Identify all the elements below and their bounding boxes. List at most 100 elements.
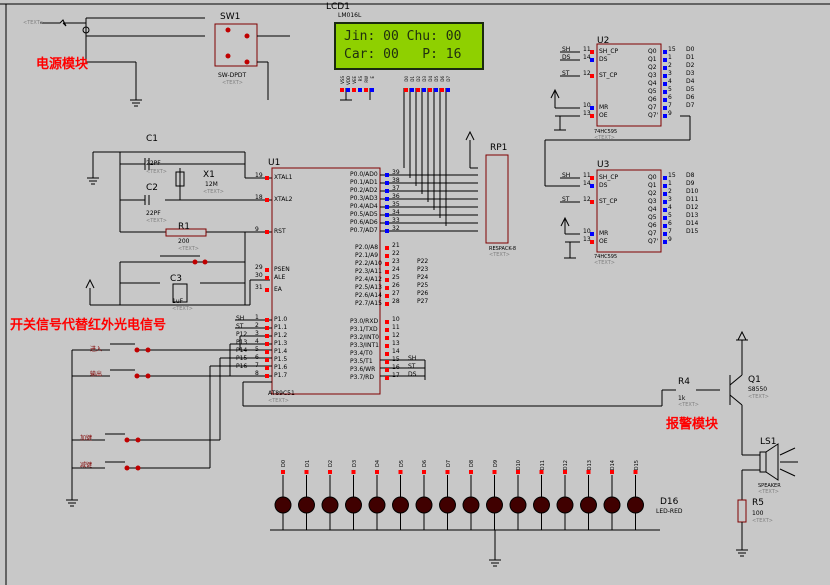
u1-pin-name: PSEN — [274, 266, 290, 273]
led-net-label: D12 — [563, 460, 569, 471]
u2pins-net: D7 — [686, 102, 695, 109]
u2pins-pin-name: Q7' — [648, 112, 659, 119]
c2-text: <TEXT> — [146, 218, 167, 224]
u1-p3-num: 17 — [392, 372, 400, 379]
u1-pin-marker — [385, 189, 389, 193]
led-4 — [368, 496, 386, 514]
led-net-label: D6 — [422, 460, 428, 468]
u3pins-net: D14 — [686, 220, 699, 227]
u1-pin-marker — [385, 344, 389, 348]
led-pin-marker — [563, 470, 567, 474]
led-12 — [556, 496, 574, 514]
led-7 — [439, 496, 456, 514]
led-pin-marker — [445, 470, 450, 474]
u2pins-pin-name: DS — [599, 56, 608, 63]
c3-ref: C3 — [170, 274, 183, 284]
u1-p3-name: P3.7/RD — [350, 374, 374, 381]
u1-p1-net: SH — [236, 315, 245, 322]
lcd-pin-marker — [346, 88, 350, 92]
c3-text: <TEXT> — [172, 306, 193, 312]
lcd-pin-d7: D7 — [446, 76, 451, 82]
u1-pin-num: 9 — [255, 226, 259, 233]
u1-pin-marker — [265, 374, 269, 378]
u1-p2-name: P2.0/A8 — [355, 244, 379, 251]
u1-part: AT89C51 — [268, 390, 295, 397]
lcd-display: Jin: 00 Chu: 00 Car: 00 P: 16 — [334, 22, 484, 70]
u1-pin-num: 30 — [255, 272, 263, 279]
u1-pin-marker — [265, 176, 269, 180]
led-array — [274, 475, 644, 530]
u2pins-pin-name: Q6 — [648, 96, 657, 103]
u1-p1-net: P15 — [236, 355, 248, 362]
u2pins-pin-num: 2 — [668, 62, 672, 69]
u1-p0-num: 38 — [392, 177, 400, 184]
u2pins-pin-marker — [663, 98, 667, 102]
u1-pin-marker — [265, 358, 269, 362]
u1-p3-num: 16 — [392, 364, 400, 371]
led-14 — [603, 496, 621, 514]
u1-p2-name: P2.3/A11 — [355, 268, 382, 275]
u1-pin-marker — [385, 229, 389, 233]
u2pins-net: D3 — [686, 70, 695, 77]
u1-p1-net: ST — [236, 323, 244, 330]
u1-p2-name: P2.4/A12 — [355, 276, 382, 283]
switch-signal-label: 开关信号代替红外光电信号 — [10, 318, 167, 333]
u1-p0-num: 32 — [392, 225, 400, 232]
u2pins-pin-name: Q7 — [648, 104, 657, 111]
c1-ref: C1 — [146, 134, 159, 144]
u2pins-net: DS — [562, 54, 571, 61]
u1-p0-num: 39 — [392, 169, 400, 176]
u1-p0-name: P0.3/AD3 — [350, 195, 378, 202]
u3pins-net: D12 — [686, 204, 699, 211]
u1-p1-net: P12 — [236, 331, 248, 338]
u1-pin-num: 18 — [255, 194, 263, 201]
u1-pin-marker — [385, 320, 389, 324]
u3-ref: U3 — [597, 160, 610, 170]
u1-p2-net: P26 — [417, 290, 429, 297]
led-pin-marker — [492, 470, 497, 474]
u3pins-pin-marker — [663, 200, 667, 204]
u1-pin-marker — [385, 254, 389, 258]
led-pin-marker — [398, 470, 403, 474]
u1-pin-num: 3 — [255, 330, 259, 337]
alarm-module-label: 报警模块 — [666, 417, 719, 432]
u1-pin-name: P1.2 — [274, 332, 288, 339]
u1-p3-name: P3.3/INT1 — [350, 342, 379, 349]
r4-text: <TEXT> — [678, 402, 699, 408]
x1-ref: X1 — [203, 170, 215, 180]
u1-p0-name: P0.4/AD4 — [350, 203, 378, 210]
u1-pin-marker — [385, 376, 389, 380]
ls1-ref: LS1 — [760, 437, 777, 447]
u1-p0-name: P0.1/AD1 — [350, 179, 378, 186]
led-pin-marker — [610, 470, 614, 474]
led-6 — [415, 496, 433, 514]
u1-p2-net: P22 — [417, 258, 429, 265]
u2pins-pin-num: 11 — [583, 46, 591, 53]
u3pins-pin-marker — [663, 192, 667, 196]
u2pins-pin-marker — [663, 114, 667, 118]
u1-p0-name: P0.5/AD5 — [350, 211, 378, 218]
u2pins-pin-num: 14 — [583, 54, 591, 61]
u3pins-net: D9 — [686, 180, 695, 187]
led-10 — [509, 496, 527, 514]
q1-part: S8550 — [748, 386, 768, 393]
u3pins-pin-num: 15 — [668, 172, 676, 179]
button-add-label: 加键 — [80, 435, 93, 442]
u1-p2-name: P2.1/A9 — [355, 252, 379, 259]
u1-pin-marker — [265, 350, 269, 354]
x1-text: <TEXT> — [203, 189, 224, 195]
u1-p3-net: DS — [408, 371, 417, 378]
wire-layer — [0, 3, 830, 585]
u1-p2-num: 24 — [392, 266, 400, 273]
lcd-pin-marker — [434, 88, 438, 92]
u2pins-net: D0 — [686, 46, 695, 53]
u1-pin-num: 8 — [255, 370, 259, 377]
r5-text: <TEXT> — [752, 518, 773, 524]
u1-pin-marker — [385, 270, 389, 274]
u3-text: <TEXT> — [594, 260, 615, 266]
c2-ref: C2 — [146, 183, 159, 193]
u3pins-pin-name: Q7 — [648, 230, 657, 237]
lcd-pin-marker — [364, 88, 368, 92]
x1-value: 12M — [205, 181, 218, 188]
led-pin-marker — [469, 470, 473, 474]
